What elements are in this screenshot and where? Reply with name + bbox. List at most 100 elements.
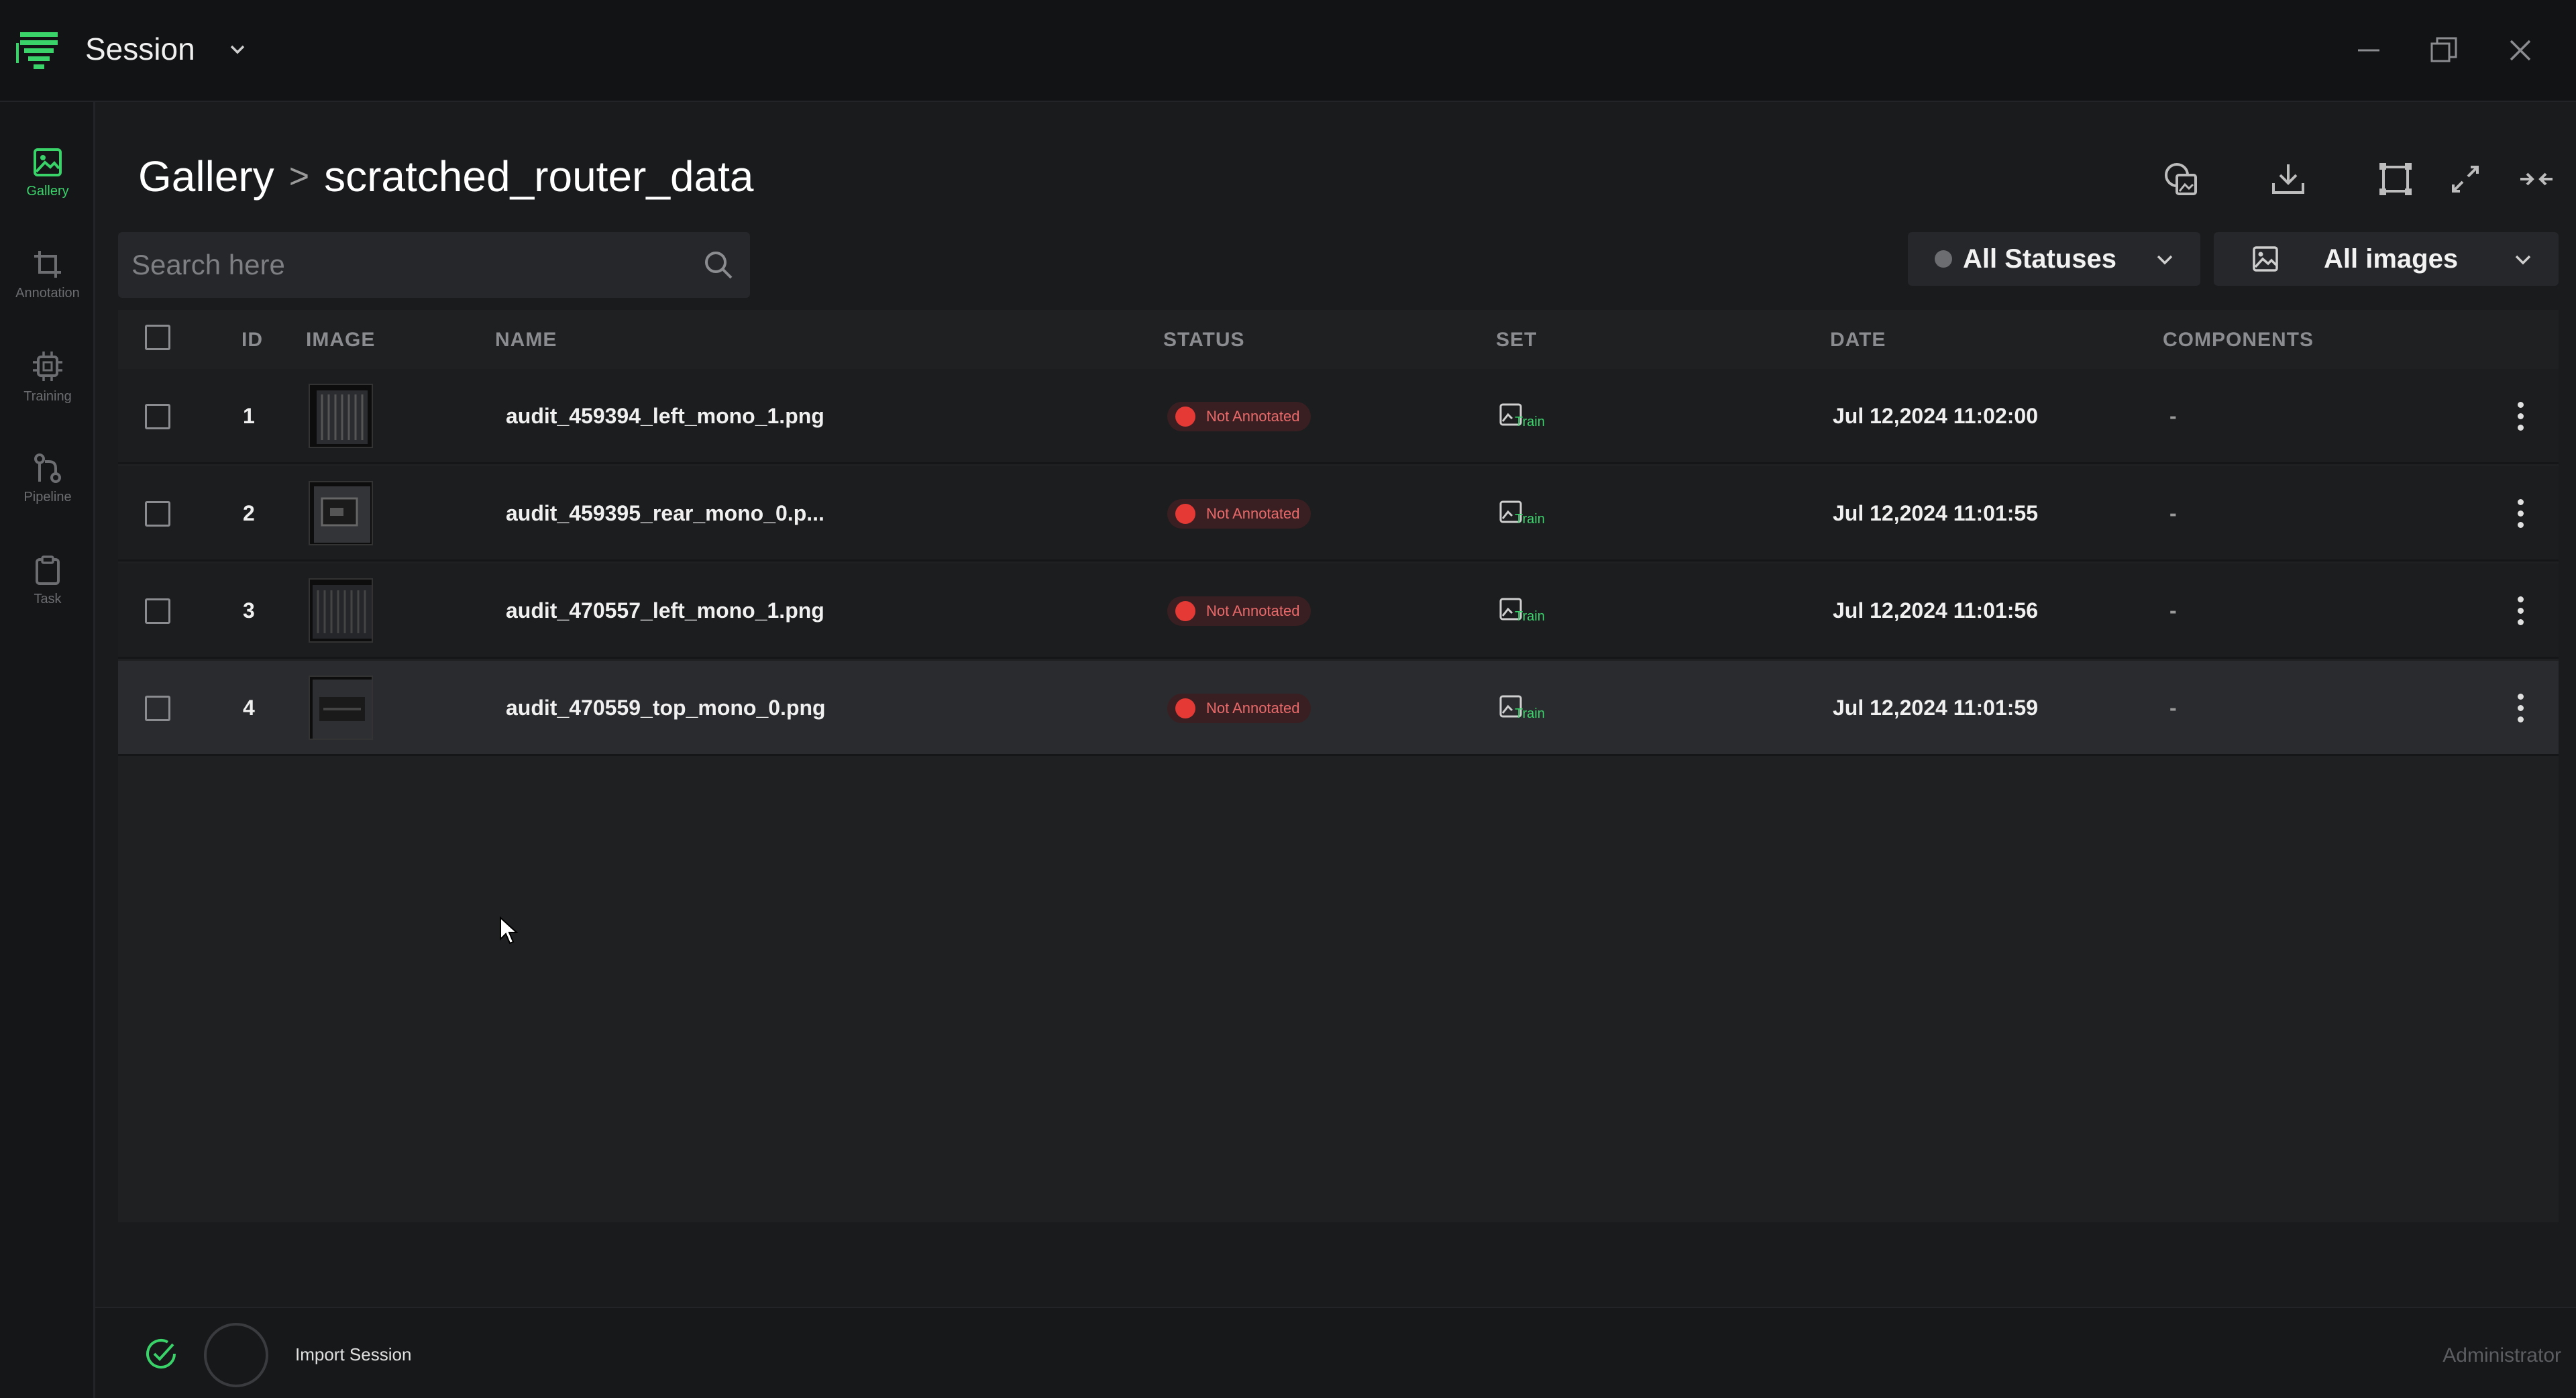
image-thumbnail[interactable] bbox=[309, 676, 373, 740]
column-header-set[interactable]: SET bbox=[1496, 329, 1537, 352]
row-id: 3 bbox=[243, 598, 255, 623]
set-label: Train bbox=[1515, 415, 1545, 429]
sidebar-item-pipeline[interactable]: Pipeline bbox=[0, 435, 95, 522]
status-badge: Not Annotated bbox=[1167, 596, 1311, 626]
status-text: Not Annotated bbox=[1206, 602, 1300, 619]
mouse-cursor-icon bbox=[500, 916, 519, 945]
search-icon[interactable] bbox=[702, 248, 735, 282]
status-dot-icon bbox=[1175, 504, 1195, 524]
download-icon[interactable] bbox=[2265, 156, 2312, 203]
images-filter-label: All images bbox=[2324, 244, 2459, 274]
row-more-options-icon[interactable] bbox=[2510, 590, 2530, 631]
column-header-status[interactable]: STATUS bbox=[1163, 329, 1245, 352]
column-header-date[interactable]: DATE bbox=[1830, 329, 1886, 352]
image-compare-icon[interactable] bbox=[2157, 156, 2204, 203]
progress-ring-icon bbox=[204, 1323, 268, 1387]
expand-icon[interactable] bbox=[2442, 156, 2489, 203]
status-badge: Not Annotated bbox=[1167, 499, 1311, 529]
row-name[interactable]: audit_459395_rear_mono_0.p... bbox=[506, 501, 824, 526]
status-dot-icon bbox=[1175, 601, 1195, 621]
image-thumbnail[interactable] bbox=[309, 384, 373, 448]
row-checkbox[interactable] bbox=[145, 404, 170, 429]
restore-icon[interactable] bbox=[2420, 27, 2467, 74]
collapse-icon[interactable] bbox=[2513, 156, 2560, 203]
train-set-icon: Train bbox=[1499, 597, 1547, 627]
pipeline-icon bbox=[34, 453, 61, 483]
check-circle-icon bbox=[146, 1339, 176, 1368]
row-name[interactable]: audit_470557_left_mono_1.png bbox=[506, 598, 824, 623]
row-more-options-icon[interactable] bbox=[2510, 493, 2530, 533]
set-label: Train bbox=[1515, 512, 1545, 527]
row-name[interactable]: audit_459394_left_mono_1.png bbox=[506, 404, 824, 429]
minimize-icon[interactable] bbox=[2345, 27, 2392, 74]
sidebar-item-gallery[interactable]: Gallery bbox=[0, 129, 95, 216]
title-bar: Session bbox=[0, 0, 2576, 102]
row-id: 2 bbox=[243, 501, 255, 525]
row-components: - bbox=[2169, 696, 2177, 720]
close-icon[interactable] bbox=[2497, 27, 2544, 74]
app-logo-icon bbox=[16, 32, 58, 69]
sidebar-item-label: Pipeline bbox=[23, 489, 72, 504]
row-date: Jul 12,2024 11:01:55 bbox=[1833, 501, 2039, 525]
row-date: Jul 12,2024 11:01:59 bbox=[1833, 696, 2039, 720]
train-set-icon: Train bbox=[1499, 402, 1547, 432]
sidebar-item-task[interactable]: Task bbox=[0, 537, 95, 624]
search-box bbox=[118, 232, 750, 298]
row-name[interactable]: audit_470559_top_mono_0.png bbox=[506, 696, 826, 720]
chevron-down-icon[interactable] bbox=[225, 38, 250, 62]
row-checkbox[interactable] bbox=[145, 598, 170, 624]
column-header-id[interactable]: ID bbox=[241, 329, 263, 352]
chip-icon bbox=[33, 351, 62, 381]
sidebar-item-label: Task bbox=[34, 591, 62, 606]
row-checkbox[interactable] bbox=[145, 696, 170, 721]
row-date: Jul 12,2024 11:02:00 bbox=[1833, 404, 2039, 428]
sidebar-item-label: Training bbox=[23, 388, 72, 404]
select-all-checkbox[interactable] bbox=[145, 325, 170, 350]
clipboard-icon bbox=[36, 555, 60, 585]
sidebar-item-label: Gallery bbox=[26, 183, 69, 199]
table-row[interactable]: 3 audit_470557_left_mono_1.png Not Annot… bbox=[118, 563, 2559, 659]
table-row[interactable]: 4 audit_470559_top_mono_0.png Not Annota… bbox=[118, 661, 2559, 756]
row-id: 4 bbox=[243, 696, 255, 720]
set-label: Train bbox=[1515, 706, 1545, 721]
row-more-options-icon[interactable] bbox=[2510, 396, 2530, 436]
row-components: - bbox=[2169, 501, 2177, 525]
train-set-icon: Train bbox=[1499, 500, 1547, 529]
image-icon bbox=[2253, 246, 2278, 272]
sidebar-item-annotation[interactable]: Annotation bbox=[0, 231, 95, 318]
breadcrumb-root[interactable]: Gallery bbox=[138, 152, 274, 201]
search-input[interactable] bbox=[118, 232, 695, 298]
frame-icon[interactable] bbox=[2372, 156, 2419, 203]
status-footer: Import Session Administrator bbox=[95, 1307, 2576, 1398]
session-title[interactable]: Session bbox=[85, 31, 195, 67]
table-header: ID IMAGE NAME STATUS SET DATE COMPONENTS bbox=[118, 310, 2559, 369]
status-dot-icon bbox=[1175, 407, 1195, 427]
breadcrumb-current: scratched_router_data bbox=[324, 152, 754, 201]
import-session-label[interactable]: Import Session bbox=[295, 1344, 411, 1365]
sidebar-item-training[interactable]: Training bbox=[0, 333, 95, 420]
user-role-label: Administrator bbox=[2443, 1344, 2561, 1366]
row-components: - bbox=[2169, 404, 2177, 428]
breadcrumb-separator: > bbox=[288, 157, 310, 196]
table-row[interactable]: 1 audit_459394_left_mono_1.png Not Annot… bbox=[118, 369, 2559, 464]
column-header-name[interactable]: NAME bbox=[495, 329, 557, 352]
status-dot-icon bbox=[1935, 250, 1952, 268]
status-badge: Not Annotated bbox=[1167, 694, 1311, 723]
crop-icon bbox=[34, 250, 61, 278]
gallery-table: ID IMAGE NAME STATUS SET DATE COMPONENTS… bbox=[118, 310, 2559, 1222]
row-more-options-icon[interactable] bbox=[2510, 688, 2530, 728]
table-row[interactable]: 2 audit_459395_rear_mono_0.p... Not Anno… bbox=[118, 466, 2559, 561]
row-checkbox[interactable] bbox=[145, 501, 170, 527]
image-thumbnail[interactable] bbox=[309, 481, 373, 545]
sidebar-item-label: Annotation bbox=[15, 285, 80, 301]
sidebar: Gallery Annotation Training Pipeline Tas… bbox=[0, 102, 95, 1398]
chevron-down-icon bbox=[2515, 255, 2531, 265]
images-filter-dropdown[interactable]: All images bbox=[2214, 232, 2559, 286]
row-date: Jul 12,2024 11:01:56 bbox=[1833, 598, 2039, 623]
status-dot-icon bbox=[1175, 698, 1195, 718]
status-filter-dropdown[interactable]: All Statuses bbox=[1908, 232, 2200, 286]
train-set-icon: Train bbox=[1499, 694, 1547, 724]
breadcrumb: Gallery > scratched_router_data bbox=[138, 152, 754, 201]
status-text: Not Annotated bbox=[1206, 505, 1300, 522]
image-thumbnail[interactable] bbox=[309, 578, 373, 643]
